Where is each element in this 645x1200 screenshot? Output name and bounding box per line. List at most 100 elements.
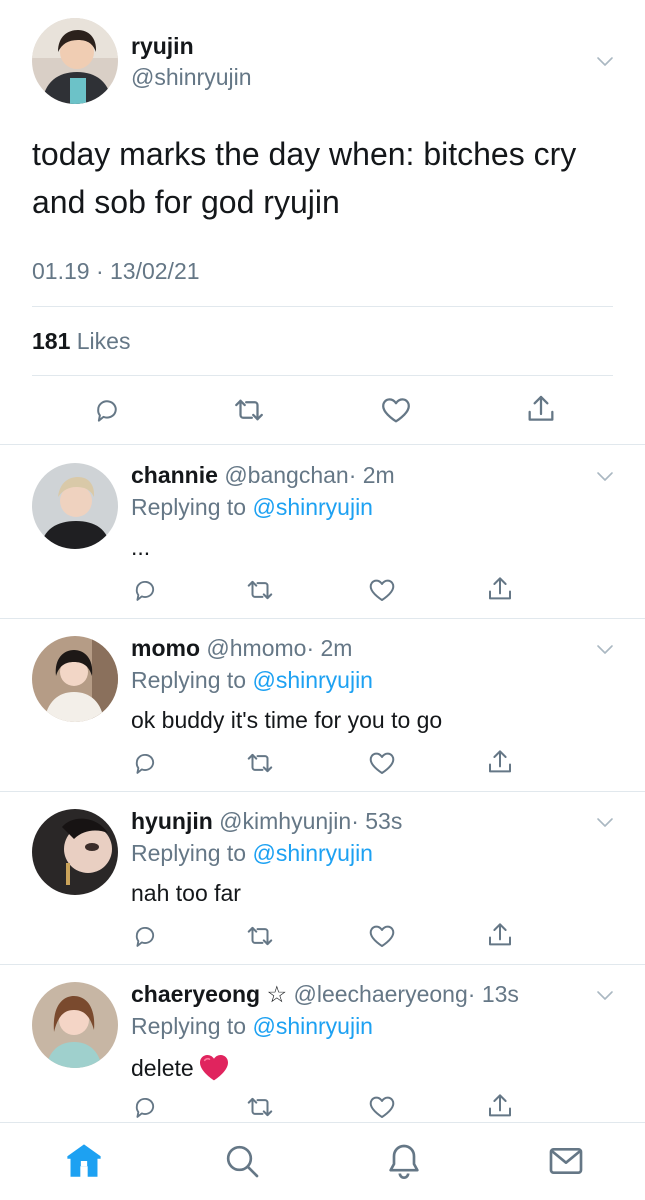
author-name[interactable]: ryujin	[131, 33, 194, 60]
reply-icon	[92, 395, 122, 425]
share-icon	[485, 1091, 515, 1121]
reply-header: chaeryeong ☆ @leechaeryeong· 13s	[131, 981, 519, 1008]
avatar[interactable]	[32, 636, 118, 722]
reply-button[interactable]	[130, 575, 160, 605]
like-button[interactable]	[366, 575, 398, 605]
share-button[interactable]	[484, 573, 516, 605]
chevron-down-icon[interactable]	[596, 471, 614, 483]
tab-home[interactable]	[44, 1123, 124, 1198]
reply-icon	[131, 922, 159, 950]
bottom-tab-bar	[0, 1122, 645, 1200]
chevron-down-icon[interactable]	[596, 56, 614, 68]
author-handle[interactable]: @shinryujin	[131, 64, 252, 91]
reply-icon	[131, 1093, 159, 1121]
reply-time: · 2m	[348, 462, 395, 488]
reply-header: channie @bangchan· 2m	[131, 462, 395, 489]
reply-icon	[131, 749, 159, 777]
reply-icon	[131, 576, 159, 604]
replying-to: Replying to @shinryujin	[131, 667, 373, 694]
likes-stat[interactable]: 181 Likes	[32, 328, 130, 355]
heart-icon	[367, 921, 397, 951]
mention-link[interactable]: @shinryujin	[252, 840, 373, 866]
reply-time: · 2m	[306, 635, 353, 661]
likes-label: Likes	[76, 328, 131, 354]
tab-notifications[interactable]	[364, 1123, 444, 1198]
reply-header: momo @hmomo· 2m	[131, 635, 352, 662]
like-button[interactable]	[366, 921, 398, 951]
reply-time: · 13s	[467, 981, 519, 1007]
chevron-down-icon[interactable]	[596, 817, 614, 829]
retweet-icon	[232, 393, 266, 427]
replying-to-label: Replying to	[131, 494, 247, 520]
avatar[interactable]	[32, 982, 118, 1068]
red-heart-emoji-icon	[198, 1053, 230, 1087]
retweet-button[interactable]	[244, 575, 276, 605]
reply-author-handle[interactable]: @bangchan	[224, 462, 348, 488]
heart-icon	[379, 393, 413, 427]
reply-button[interactable]	[130, 748, 160, 778]
replying-to: Replying to @shinryujin	[131, 1013, 373, 1040]
mention-link[interactable]: @shinryujin	[252, 667, 373, 693]
heart-icon	[367, 575, 397, 605]
retweet-button[interactable]	[244, 748, 276, 778]
likes-count: 181	[32, 328, 71, 354]
retweet-button[interactable]	[229, 392, 269, 428]
like-button[interactable]	[366, 748, 398, 778]
avatar[interactable]	[32, 809, 118, 895]
reply-button[interactable]	[130, 1092, 160, 1122]
reply-author-name[interactable]: hyunjin	[131, 808, 213, 834]
share-button[interactable]	[484, 746, 516, 778]
retweet-icon	[245, 1092, 275, 1122]
share-icon	[485, 747, 515, 777]
reply-button[interactable]	[130, 921, 160, 951]
reply-author-name[interactable]: chaeryeong ☆	[131, 981, 287, 1007]
replying-to: Replying to @shinryujin	[131, 494, 373, 521]
like-button[interactable]	[377, 392, 415, 428]
retweet-icon	[245, 921, 275, 951]
reply-author-name[interactable]: momo	[131, 635, 200, 661]
bell-icon	[389, 1144, 419, 1179]
replying-to: Replying to @shinryujin	[131, 840, 373, 867]
replying-to-label: Replying to	[131, 1013, 247, 1039]
share-button[interactable]	[522, 390, 560, 428]
share-icon	[524, 392, 558, 426]
home-icon	[67, 1143, 101, 1177]
avatar[interactable]	[32, 18, 118, 104]
share-icon	[485, 574, 515, 604]
replying-to-label: Replying to	[131, 840, 247, 866]
tab-search[interactable]	[202, 1123, 282, 1198]
reply-text: nah too far	[131, 880, 241, 906]
reply-tweet[interactable]: chaeryeong ☆ @leechaeryeong· 13s Replyin…	[0, 964, 645, 1122]
share-button[interactable]	[484, 919, 516, 951]
retweet-button[interactable]	[244, 1092, 276, 1122]
reply-text: ok buddy it's time for you to go	[131, 707, 443, 733]
chevron-down-icon[interactable]	[596, 644, 614, 656]
reply-author-handle[interactable]: @leechaeryeong	[294, 981, 468, 1007]
reply-author-name[interactable]: channie	[131, 462, 218, 488]
chevron-down-icon[interactable]	[596, 990, 614, 1002]
reply-tweet[interactable]: hyunjin @kimhyunjin· 53s Replying to @sh…	[0, 791, 645, 965]
reply-text: delete	[131, 1053, 230, 1087]
divider	[32, 306, 613, 307]
share-button[interactable]	[484, 1090, 516, 1122]
mail-icon	[549, 1147, 583, 1174]
like-button[interactable]	[366, 1092, 398, 1122]
tab-messages[interactable]	[526, 1123, 606, 1198]
reply-text-content: delete	[131, 1055, 194, 1081]
reply-tweet[interactable]: momo @hmomo· 2m Replying to @shinryujin …	[0, 618, 645, 792]
retweet-icon	[245, 748, 275, 778]
main-tweet: ryujin @shinryujin today marks the day w…	[0, 0, 645, 445]
mention-link[interactable]: @shinryujin	[252, 1013, 373, 1039]
avatar[interactable]	[32, 463, 118, 549]
reply-author-handle[interactable]: @hmomo	[206, 635, 306, 661]
reply-header: hyunjin @kimhyunjin· 53s	[131, 808, 402, 835]
reply-author-handle[interactable]: @kimhyunjin	[219, 808, 351, 834]
reply-time: · 53s	[351, 808, 403, 834]
reply-button[interactable]	[88, 392, 126, 428]
heart-icon	[367, 748, 397, 778]
mention-link[interactable]: @shinryujin	[252, 494, 373, 520]
tweet-timestamp: 01.19 · 13/02/21	[32, 258, 200, 284]
retweet-button[interactable]	[244, 921, 276, 951]
reply-text: ...	[131, 534, 151, 560]
reply-tweet[interactable]: channie @bangchan· 2m Replying to @shinr…	[0, 445, 645, 619]
